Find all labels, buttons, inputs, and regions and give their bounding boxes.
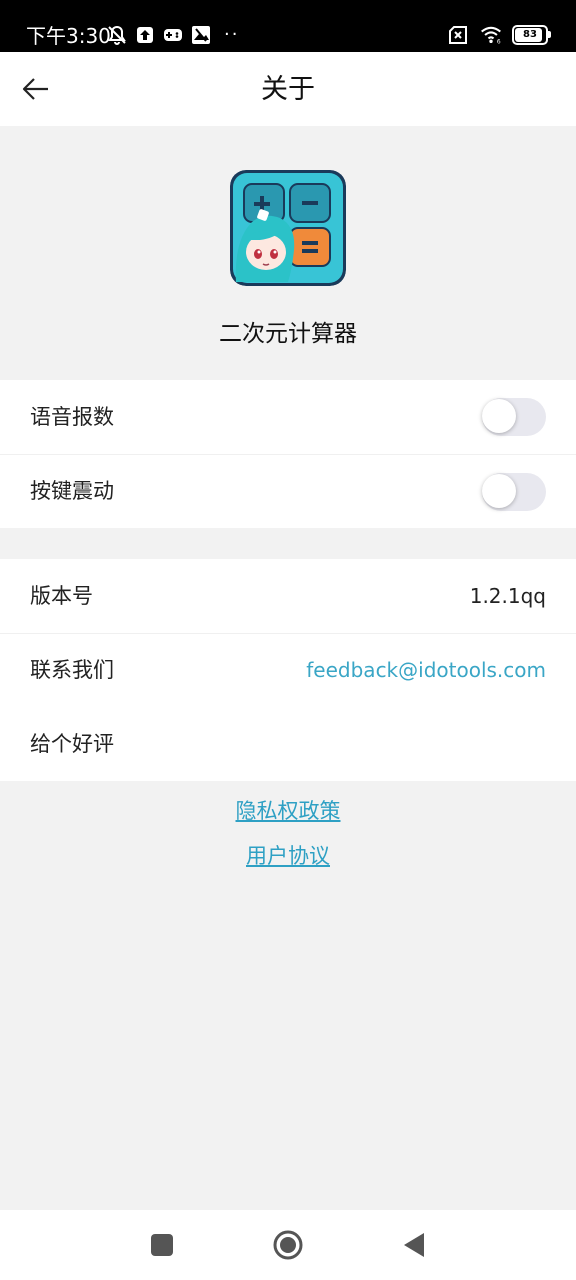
- upload-icon: [134, 24, 156, 46]
- recents-button[interactable]: [142, 1225, 182, 1265]
- version-row: 版本号 1.2.1qq: [0, 559, 576, 633]
- voice-readout-toggle[interactable]: [482, 398, 546, 436]
- back-nav-button[interactable]: [394, 1225, 434, 1265]
- toggle-knob: [482, 474, 516, 508]
- battery-icon: 83: [512, 25, 551, 45]
- contact-row[interactable]: 联系我们 feedback@idotools.com: [0, 633, 576, 707]
- rate-row[interactable]: 给个好评: [0, 707, 576, 781]
- status-time: 下午3:30: [26, 24, 111, 48]
- privacy-policy-link[interactable]: 隐私权政策: [0, 794, 576, 828]
- key-vibration-row[interactable]: 按键震动: [0, 454, 576, 528]
- status-bar: 下午3:30 ·· 6 83: [0, 0, 576, 52]
- user-agreement-link[interactable]: 用户协议: [0, 839, 576, 873]
- game-icon: [162, 24, 184, 46]
- app-header: 二次元计算器: [0, 126, 576, 380]
- contact-email-link[interactable]: feedback@idotools.com: [306, 634, 546, 707]
- footer-links: 隐私权政策 用户协议: [0, 794, 576, 884]
- system-nav-bar: [0, 1210, 576, 1280]
- app-name: 二次元计算器: [219, 321, 357, 347]
- app-bar: 关于: [0, 52, 576, 126]
- page-title: 关于: [261, 74, 315, 105]
- key-vibration-toggle[interactable]: [482, 473, 546, 511]
- home-button[interactable]: [268, 1225, 308, 1265]
- image-icon: [190, 24, 212, 46]
- status-icons-left: ··: [106, 22, 239, 48]
- triangle-back-icon: [404, 1233, 424, 1257]
- square-recents-icon: [151, 1234, 173, 1256]
- anime-calculator-app-icon: [230, 170, 346, 286]
- toggle-knob: [482, 399, 516, 433]
- more-dots-icon: ··: [224, 24, 240, 45]
- battery-level-text: 83: [523, 29, 537, 40]
- status-icons-right: 6 83: [448, 22, 551, 48]
- circle-home-icon: [273, 1230, 303, 1260]
- contact-label: 联系我们: [30, 658, 114, 682]
- sim-off-icon: [448, 24, 470, 46]
- voice-readout-row[interactable]: 语音报数: [0, 380, 576, 454]
- rate-label: 给个好评: [30, 732, 114, 756]
- settings-card: 语音报数 按键震动: [0, 380, 576, 528]
- mute-bell-icon: [106, 24, 128, 46]
- info-card: 版本号 1.2.1qq 联系我们 feedback@idotools.com 给…: [0, 559, 576, 781]
- key-vibration-label: 按键震动: [30, 479, 114, 503]
- version-label: 版本号: [30, 584, 93, 608]
- version-value: 1.2.1qq: [469, 584, 546, 608]
- wifi-icon: 6: [480, 24, 502, 46]
- svg-text:6: 6: [497, 39, 501, 45]
- voice-readout-label: 语音报数: [30, 405, 114, 429]
